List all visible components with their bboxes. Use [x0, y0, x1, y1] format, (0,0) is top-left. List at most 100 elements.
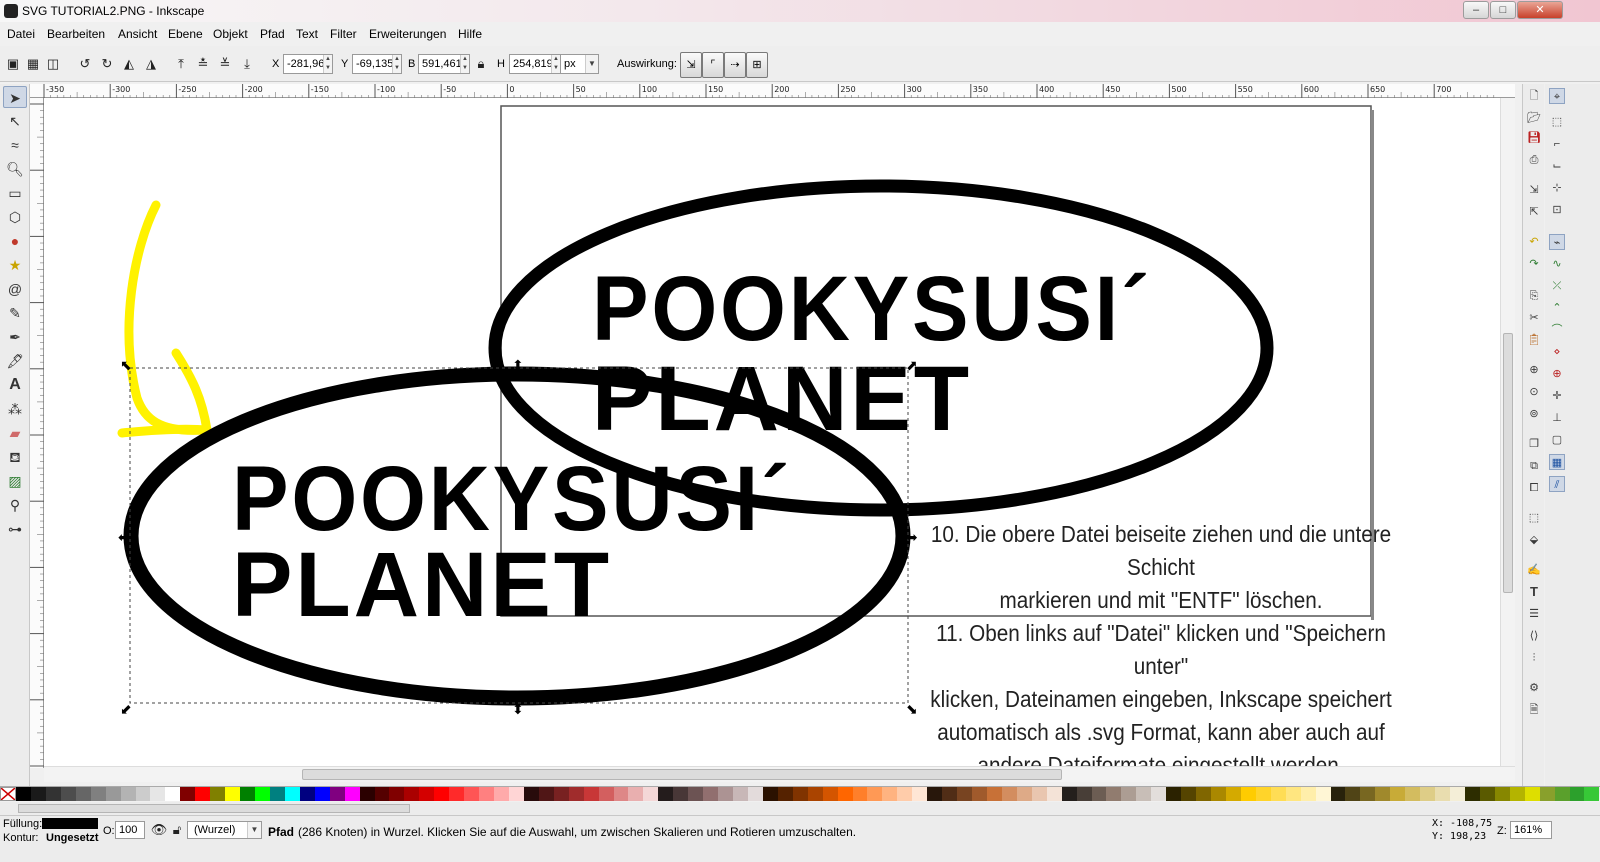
scale-handle-ne[interactable]: ⬈	[906, 357, 918, 373]
scale-handle-s[interactable]: ⬍	[512, 701, 524, 717]
color-swatch[interactable]	[225, 787, 241, 801]
color-swatch[interactable]	[837, 787, 853, 801]
rectangle-tool-icon[interactable]: ▭	[3, 182, 27, 204]
star-tool-icon[interactable]: ★	[3, 254, 27, 276]
color-swatch[interactable]	[553, 787, 569, 801]
color-swatch[interactable]	[1509, 787, 1525, 801]
color-swatch[interactable]	[807, 787, 823, 801]
color-swatch[interactable]	[269, 787, 285, 801]
color-swatch[interactable]	[1539, 787, 1555, 801]
calligraphy-tool-icon[interactable]: 🖋︎	[3, 350, 27, 372]
spiral-tool-icon[interactable]: @	[3, 278, 27, 300]
tweak-tool-icon[interactable]: ≈	[3, 134, 27, 156]
color-swatch[interactable]	[792, 787, 808, 801]
x-input[interactable]: -281,964 ▲ ▼	[283, 54, 333, 74]
color-swatch[interactable]	[30, 787, 46, 801]
color-swatch[interactable]	[583, 787, 599, 801]
color-swatch[interactable]	[299, 787, 315, 801]
color-swatch[interactable]	[1076, 787, 1092, 801]
color-swatch[interactable]	[1300, 787, 1316, 801]
color-swatch[interactable]	[329, 787, 345, 801]
color-swatch[interactable]	[1315, 787, 1331, 801]
color-swatch[interactable]	[45, 787, 61, 801]
snap-cusp-icon[interactable]: ⌃	[1549, 300, 1565, 316]
gradient-tool-icon[interactable]: ▨	[3, 470, 27, 492]
color-swatch[interactable]	[1061, 787, 1077, 801]
unit-select[interactable]: px ▼	[560, 54, 599, 74]
redo-icon[interactable]: ↷	[1526, 256, 1542, 272]
ungroup-icon[interactable]: ⬙	[1526, 532, 1542, 548]
palette-scroll-thumb[interactable]	[18, 804, 410, 813]
clone-icon[interactable]: ⧉	[1526, 458, 1542, 474]
color-swatch[interactable]	[1211, 787, 1226, 801]
vertical-scroll-thumb[interactable]	[1503, 333, 1513, 593]
maximize-button[interactable]: □	[1490, 1, 1516, 19]
opacity-input[interactable]: 100	[115, 821, 145, 839]
color-swatch[interactable]	[1166, 787, 1182, 801]
raise-icon[interactable]: ≛	[194, 55, 212, 73]
color-swatch[interactable]	[479, 787, 494, 801]
color-swatch[interactable]	[688, 787, 704, 801]
copy-icon[interactable]: ⎘	[1526, 288, 1542, 304]
lock-layer-icon[interactable]: 🔓︎	[168, 821, 186, 839]
zoom-selection-icon[interactable]: ⊕	[1526, 362, 1542, 378]
color-swatch[interactable]	[210, 787, 226, 801]
scale-corners-toggle[interactable]: ⌜	[702, 52, 724, 78]
snap-intersection-icon[interactable]: ⤫	[1549, 278, 1565, 294]
color-swatch[interactable]	[494, 787, 509, 801]
flip-horizontal-icon[interactable]: ◭	[120, 55, 138, 73]
align-distribute-icon[interactable]: ⫶	[1526, 650, 1542, 666]
document-properties-icon[interactable]: 🗎︎	[1526, 702, 1542, 718]
color-swatch[interactable]	[718, 787, 733, 801]
color-swatch[interactable]	[927, 787, 943, 801]
color-swatch[interactable]	[523, 787, 539, 801]
menu-text[interactable]: Text	[296, 27, 318, 41]
paint-bucket-tool-icon[interactable]: ⛾	[3, 446, 27, 468]
pen-tool-icon[interactable]: ✒	[3, 326, 27, 348]
color-swatch[interactable]	[703, 787, 719, 801]
drawing-canvas[interactable]: POOKYSUSI´ PLANET POOKYSUSI´ PLANET ⬉ ⬍ …	[44, 98, 1515, 766]
deselect-icon[interactable]: ◫	[44, 55, 62, 73]
color-swatch[interactable]	[957, 787, 972, 801]
layer-select[interactable]: (Wurzel) ▼	[187, 821, 262, 839]
menu-hilfe[interactable]: Hilfe	[458, 27, 482, 41]
color-swatch[interactable]	[852, 787, 868, 801]
scale-handle-w[interactable]: ⬌	[118, 529, 130, 545]
xml-editor-icon[interactable]: ⟨⟩	[1526, 628, 1542, 644]
dropper-tool-icon[interactable]: ⚲	[3, 494, 27, 516]
color-swatch[interactable]	[240, 787, 255, 801]
color-swatch[interactable]	[135, 787, 151, 801]
menu-pfad[interactable]: Pfad	[260, 27, 285, 41]
snap-guide-icon[interactable]: ⫽	[1549, 476, 1565, 492]
color-swatch[interactable]	[658, 787, 674, 801]
scale-handle-e[interactable]: ⬌	[906, 529, 918, 545]
color-swatch[interactable]	[1181, 787, 1197, 801]
color-swatch[interactable]	[1001, 787, 1017, 801]
color-swatch[interactable]	[255, 787, 270, 801]
menu-bearbeiten[interactable]: Bearbeiten	[47, 27, 105, 41]
color-swatch[interactable]	[1121, 787, 1137, 801]
color-swatch[interactable]	[464, 787, 480, 801]
menu-objekt[interactable]: Objekt	[213, 27, 248, 41]
snap-bbox-midpoint-icon[interactable]: ⊹	[1549, 180, 1565, 196]
color-swatch[interactable]	[1240, 787, 1256, 801]
open-icon[interactable]: 📂︎	[1526, 110, 1542, 126]
scale-handle-nw[interactable]: ⬉	[120, 357, 132, 373]
preferences-icon[interactable]: ⚙	[1526, 680, 1542, 696]
unlink-clone-icon[interactable]: ⧠	[1526, 480, 1542, 496]
snap-bbox-center-icon[interactable]: ⊡	[1549, 202, 1565, 218]
color-palette[interactable]	[0, 786, 1600, 802]
color-swatch[interactable]	[1031, 787, 1047, 801]
menu-datei[interactable]: Datei	[7, 27, 35, 41]
color-swatch[interactable]	[777, 787, 793, 801]
color-swatch[interactable]	[508, 787, 524, 801]
import-icon[interactable]: ⇲	[1526, 182, 1542, 198]
color-swatch[interactable]	[972, 787, 987, 801]
minimize-button[interactable]: –	[1463, 1, 1489, 19]
color-swatch[interactable]	[1016, 787, 1032, 801]
scale-handle-n[interactable]: ⬍	[512, 357, 524, 373]
color-swatch[interactable]	[419, 787, 435, 801]
raise-to-top-icon[interactable]: ⤒	[172, 55, 190, 73]
color-swatch[interactable]	[195, 787, 211, 801]
zoom-drawing-icon[interactable]: ⊙	[1526, 384, 1542, 400]
